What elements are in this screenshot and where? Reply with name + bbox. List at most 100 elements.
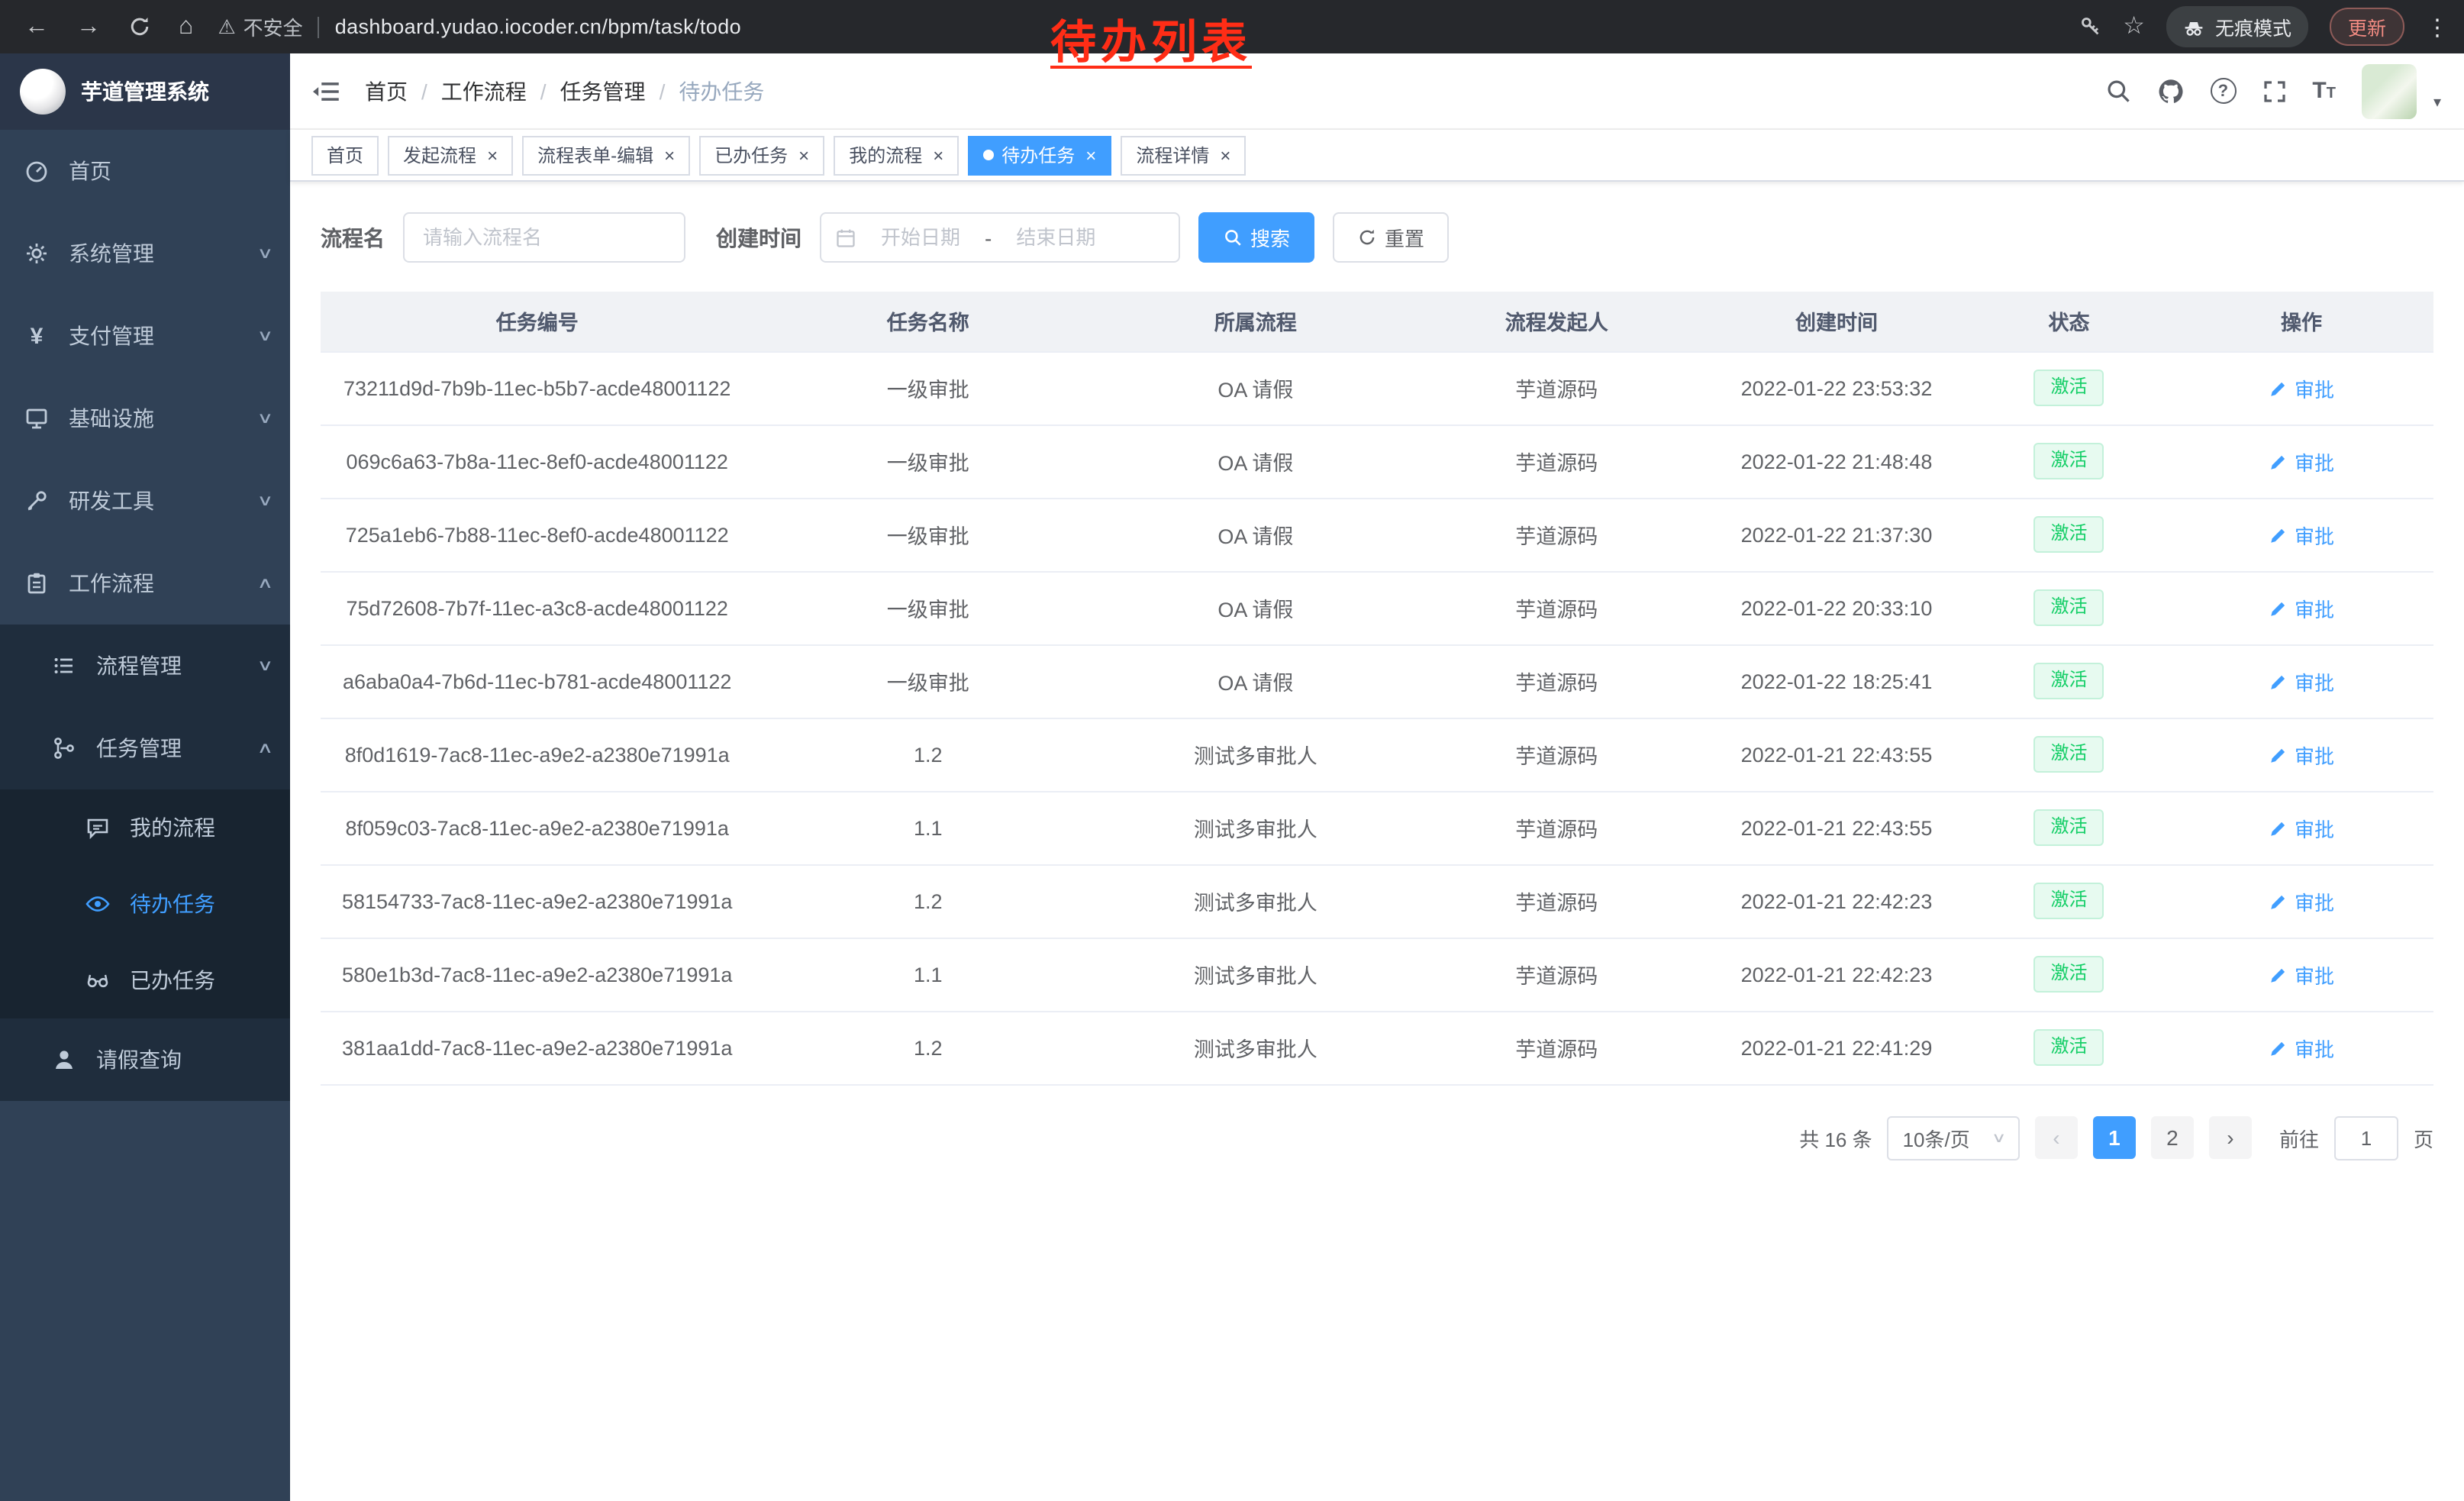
pagination-total: 共 16 条 (1799, 1123, 1872, 1152)
column-header-task-id: 任务编号 (321, 292, 753, 351)
cell-task-id: 8f059c03-7ac8-11ec-a9e2-a2380e71991a (321, 791, 753, 864)
cell-task-name: 一级审批 (753, 424, 1102, 498)
back-icon[interactable]: ← (24, 15, 49, 39)
end-date-input[interactable] (998, 226, 1114, 249)
tag-home[interactable]: 首页 (311, 135, 379, 175)
cell-task-id: 381aa1dd-7ac8-11ec-a9e2-a2380e71991a (321, 1011, 753, 1084)
reload-icon[interactable] (128, 15, 151, 38)
close-icon[interactable]: × (933, 144, 943, 166)
active-dot (983, 150, 994, 160)
forward-icon[interactable]: → (76, 15, 101, 39)
breadcrumb-home[interactable]: 首页 (365, 76, 408, 106)
tag-label: 发起流程 (403, 142, 476, 168)
tag-my-process[interactable]: 我的流程 × (834, 135, 959, 175)
dashboard-icon (24, 159, 49, 183)
close-icon[interactable]: × (1085, 144, 1096, 166)
cell-starter: 芋道源码 (1409, 718, 1705, 791)
bookmark-star-icon[interactable]: ☆ (2123, 15, 2145, 39)
goto-label: 前往 (2279, 1123, 2319, 1152)
approve-button[interactable]: 审批 (2269, 886, 2334, 915)
status-badge: 激活 (2033, 1029, 2104, 1065)
cell-process: OA 请假 (1102, 498, 1408, 571)
goto-page-input[interactable] (2334, 1115, 2398, 1160)
sidebar-item-infra[interactable]: 基础设施 ∨ (0, 377, 290, 460)
reset-button-label: 重置 (1385, 223, 1424, 252)
browser-nav-buttons: ← → ⌂ (0, 15, 218, 39)
sidebar-item-payment[interactable]: ¥ 支付管理 ∨ (0, 295, 290, 377)
sidebar-item-workflow[interactable]: 工作流程 ∧ (0, 542, 290, 625)
approve-button[interactable]: 审批 (2269, 593, 2334, 622)
prev-page-button[interactable]: ‹ (2035, 1116, 2078, 1159)
page-size-select[interactable]: 10条/页 ∨ (1888, 1115, 2020, 1160)
search-icon[interactable] (2104, 78, 2130, 104)
tag-form-edit[interactable]: 流程表单-编辑 × (522, 135, 690, 175)
approve-button[interactable]: 审批 (2269, 1033, 2334, 1062)
help-icon[interactable]: ? (2210, 78, 2236, 104)
approve-button[interactable]: 审批 (2269, 740, 2334, 769)
page-button-2[interactable]: 2 (2151, 1116, 2194, 1159)
sidebar-item-todo-task[interactable]: 待办任务 (0, 866, 290, 942)
approve-button[interactable]: 审批 (2269, 960, 2334, 989)
fullscreen-icon[interactable] (2262, 79, 2286, 103)
logo-avatar (20, 69, 66, 115)
sidebar-toggle-icon[interactable] (313, 77, 340, 105)
tag-label: 已办任务 (714, 142, 788, 168)
page-button-1[interactable]: 1 (2093, 1116, 2136, 1159)
next-page-button[interactable]: › (2209, 1116, 2252, 1159)
sidebar-item-my-process[interactable]: 我的流程 (0, 789, 290, 866)
approve-label: 审批 (2295, 593, 2334, 622)
sidebar-item-process-management[interactable]: 流程管理 ∨ (0, 625, 290, 707)
close-icon[interactable]: × (1220, 144, 1230, 166)
tag-process-detail[interactable]: 流程详情 × (1121, 135, 1246, 175)
sidebar-item-home[interactable]: 首页 (0, 130, 290, 212)
breadcrumb-separator: / (540, 79, 547, 103)
approve-button[interactable]: 审批 (2269, 520, 2334, 549)
wrench-icon (24, 489, 49, 513)
browser-update-button[interactable]: 更新 (2330, 8, 2404, 46)
sidebar-item-done-task[interactable]: 已办任务 (0, 942, 290, 1018)
tag-done-task[interactable]: 已办任务 × (699, 135, 824, 175)
address-bar[interactable]: ⚠ 不安全 dashboard.yudao.iocoder.cn/bpm/tas… (218, 12, 741, 41)
approve-button[interactable]: 审批 (2269, 447, 2334, 476)
start-date-input[interactable] (863, 226, 979, 249)
sidebar-item-devtools[interactable]: 研发工具 ∨ (0, 460, 290, 542)
key-icon[interactable] (2079, 15, 2101, 38)
pagination: 共 16 条 10条/页 ∨ ‹ 1 2 › 前往 页 (321, 1115, 2433, 1160)
approve-button[interactable]: 审批 (2269, 813, 2334, 842)
date-range-picker[interactable]: - (820, 212, 1180, 263)
close-icon[interactable]: × (487, 144, 498, 166)
page-size-value: 10条/页 (1903, 1123, 1970, 1152)
chevron-down-icon: ∨ (256, 410, 273, 427)
breadcrumb-task-management[interactable]: 任务管理 (560, 76, 646, 106)
sidebar-logo[interactable]: 芋道管理系统 (0, 53, 290, 130)
cell-create-time: 2022-01-21 22:42:23 (1704, 938, 1969, 1011)
breadcrumb: 首页 / 工作流程 / 任务管理 / 待办任务 (365, 76, 764, 106)
cell-task-id: 725a1eb6-7b88-11ec-8ef0-acde48001122 (321, 498, 753, 571)
chevron-down-icon: ∨ (256, 657, 273, 674)
user-avatar[interactable] (2362, 63, 2417, 118)
status-badge: 激活 (2033, 589, 2104, 625)
home-icon[interactable]: ⌂ (179, 15, 193, 39)
search-button-label: 搜索 (1250, 223, 1290, 252)
process-name-input[interactable] (403, 212, 685, 263)
close-icon[interactable]: × (798, 144, 809, 166)
font-size-icon[interactable]: TT (2312, 79, 2336, 102)
sidebar-item-label: 支付管理 (69, 321, 154, 351)
sidebar-item-task-management[interactable]: 任务管理 ∧ (0, 707, 290, 789)
sidebar-item-label: 请假查询 (96, 1044, 182, 1075)
sidebar-item-system[interactable]: 系统管理 ∨ (0, 212, 290, 295)
sidebar-item-leave-query[interactable]: 请假查询 (0, 1018, 290, 1101)
cell-process: OA 请假 (1102, 571, 1408, 644)
tag-todo-task[interactable]: 待办任务 × (968, 135, 1111, 175)
breadcrumb-workflow[interactable]: 工作流程 (441, 76, 527, 106)
approve-button[interactable]: 审批 (2269, 667, 2334, 696)
search-button[interactable]: 搜索 (1198, 212, 1314, 263)
table-row: 381aa1dd-7ac8-11ec-a9e2-a2380e71991a 1.2… (321, 1011, 2433, 1084)
github-icon[interactable] (2156, 77, 2184, 105)
table-row: 725a1eb6-7b88-11ec-8ef0-acde48001122 一级审… (321, 498, 2433, 571)
reset-button[interactable]: 重置 (1333, 212, 1449, 263)
close-icon[interactable]: × (664, 144, 675, 166)
approve-button[interactable]: 审批 (2269, 373, 2334, 402)
tag-start-process[interactable]: 发起流程 × (388, 135, 513, 175)
browser-menu-icon[interactable]: ⋮ (2426, 13, 2449, 40)
